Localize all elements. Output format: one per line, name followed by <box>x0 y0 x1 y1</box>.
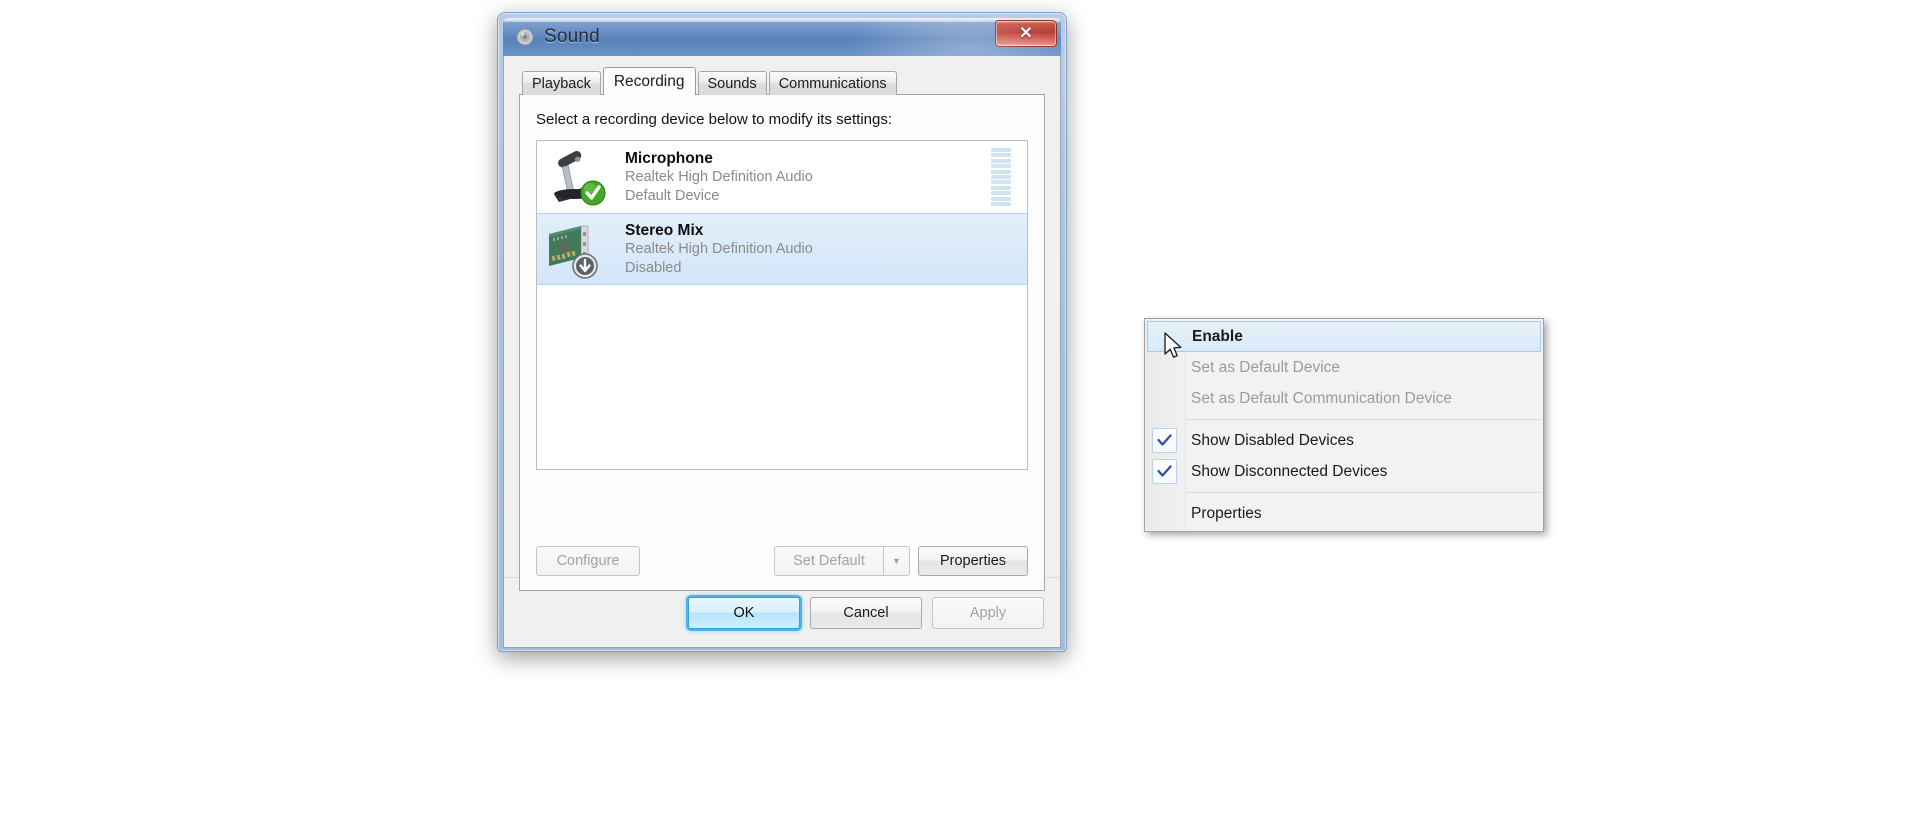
menu-item-properties[interactable]: Properties <box>1145 498 1543 529</box>
menu-item-show-disabled-devices[interactable]: Show Disabled Devices <box>1145 425 1543 456</box>
tab-playback-label: Playback <box>532 75 591 92</box>
device-driver: Realtek High Definition Audio <box>625 241 813 258</box>
window-title: Sound <box>544 26 600 47</box>
tab-playback[interactable]: Playback <box>522 71 601 95</box>
close-icon: ✕ <box>1019 24 1033 42</box>
tabstrip: Playback Recording Sounds Communications <box>519 67 1045 95</box>
device-status: Default Device <box>625 187 720 204</box>
menu-item-set-as-default-communication-device[interactable]: Set as Default Communication Device <box>1145 383 1543 414</box>
device-driver: Realtek High Definition Audio <box>625 169 813 186</box>
sound-card-icon <box>545 218 615 280</box>
checkmark-icon <box>1152 428 1177 453</box>
menu-item-enable[interactable]: Enable <box>1147 321 1541 352</box>
configure-button[interactable]: Configure <box>536 546 640 576</box>
volume-meter <box>991 220 1011 278</box>
dialog-body: Playback Recording Sounds Communications… <box>503 56 1544 648</box>
panel-button-row: Configure Set Default ▼ Properties <box>536 546 1028 576</box>
menu-item-enable-label: Enable <box>1192 327 1243 345</box>
microphone-icon <box>545 146 615 208</box>
device-context-menu: Enable Set as Default Device Set as Defa… <box>1144 318 1544 532</box>
configure-button-label: Configure <box>556 553 620 569</box>
menu-item-set-as-default-device[interactable]: Set as Default Device <box>1145 352 1543 383</box>
menu-item-set-as-default-device-label: Set as Default Device <box>1191 358 1341 376</box>
close-button[interactable]: ✕ <box>995 20 1057 47</box>
menu-item-show-disconnected-devices-label: Show Disconnected Devices <box>1191 462 1388 480</box>
volume-meter <box>991 148 1011 206</box>
cancel-button[interactable]: Cancel <box>810 596 922 629</box>
set-default-arrow-label: ▼ <box>892 556 901 566</box>
menu-item-properties-label: Properties <box>1191 504 1262 522</box>
panel-instruction: Select a recording device below to modif… <box>536 111 893 128</box>
apply-button[interactable]: Apply <box>932 596 1044 629</box>
chevron-down-icon[interactable]: ▼ <box>884 546 910 576</box>
tab-recording-label: Recording <box>613 72 685 90</box>
set-default-button-label: Set Default <box>793 553 865 569</box>
menu-item-show-disabled-devices-label: Show Disabled Devices <box>1191 431 1354 449</box>
set-default-button[interactable]: Set Default <box>774 546 884 576</box>
tab-recording[interactable]: Recording <box>602 67 696 95</box>
sound-dialog-window: Sound ✕ Playback Recording Sounds Commun… <box>497 12 1544 652</box>
device-info-stereo-mix: Stereo Mix Realtek High Definition Audio… <box>615 221 991 277</box>
set-default-split-button: Set Default ▼ <box>774 546 910 576</box>
checkmark-icon <box>1152 459 1177 484</box>
tab-communications-label: Communications <box>778 75 887 92</box>
device-name: Microphone <box>625 150 713 168</box>
device-list[interactable]: Microphone Realtek High Definition Audio… <box>536 140 1028 470</box>
device-status: Disabled <box>625 259 682 276</box>
tab-sounds[interactable]: Sounds <box>697 71 767 95</box>
cancel-button-label: Cancel <box>843 604 889 621</box>
menu-separator <box>1187 419 1541 420</box>
tab-sounds-label: Sounds <box>707 75 757 92</box>
apply-button-label: Apply <box>969 604 1007 621</box>
device-info-microphone: Microphone Realtek High Definition Audio… <box>615 149 991 205</box>
device-name: Stereo Mix <box>625 222 704 240</box>
speaker-icon <box>515 27 535 47</box>
properties-button[interactable]: Properties <box>918 546 1028 576</box>
menu-item-show-disconnected-devices[interactable]: Show Disconnected Devices <box>1145 456 1543 487</box>
properties-button-label: Properties <box>939 553 1007 569</box>
recording-tab-panel: Select a recording device below to modif… <box>519 94 1045 591</box>
device-row-microphone[interactable]: Microphone Realtek High Definition Audio… <box>537 141 1027 213</box>
window-titlebar[interactable]: Sound ✕ <box>503 18 1061 56</box>
menu-separator <box>1187 492 1541 493</box>
ok-button-label: OK <box>733 604 755 621</box>
tab-communications[interactable]: Communications <box>768 71 897 95</box>
menu-item-set-as-default-communication-device-label: Set as Default Communication Device <box>1191 389 1453 407</box>
ok-button[interactable]: OK <box>688 596 800 629</box>
device-row-stereo-mix[interactable]: Stereo Mix Realtek High Definition Audio… <box>537 213 1027 285</box>
